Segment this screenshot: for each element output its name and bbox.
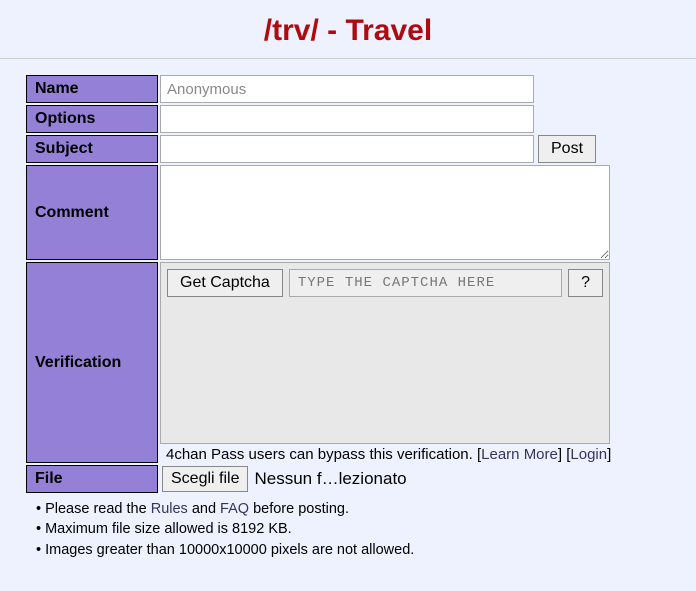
posting-rules: • Please read the Rules and FAQ before p…: [36, 499, 696, 560]
post-button[interactable]: Post: [538, 135, 596, 163]
learn-more-link[interactable]: Learn More: [481, 446, 558, 463]
post-form: Name Options Subject Post Comment Verifi…: [24, 73, 613, 495]
file-status-text: Nessun f…lezionato: [254, 469, 406, 489]
options-label: Options: [26, 105, 158, 133]
subject-input[interactable]: [160, 135, 534, 163]
faq-link[interactable]: FAQ: [220, 501, 249, 517]
page-header: /trv/ - Travel: [0, 0, 696, 59]
verification-label: Verification: [26, 262, 158, 463]
captcha-input[interactable]: [289, 269, 562, 297]
verification-box: Get Captcha ?: [160, 262, 610, 444]
name-label: Name: [26, 75, 158, 103]
rules-link[interactable]: Rules: [151, 501, 188, 517]
verification-note: 4chan Pass users can bypass this verific…: [160, 444, 611, 463]
rule-line-3: • Images greater than 10000x10000 pixels…: [36, 540, 696, 560]
subject-label: Subject: [26, 135, 158, 163]
board-title: /trv/ - Travel: [0, 14, 696, 48]
comment-textarea[interactable]: [160, 165, 610, 260]
comment-label: Comment: [26, 165, 158, 260]
rule-line-2: • Maximum file size allowed is 8192 KB.: [36, 519, 696, 539]
file-label: File: [26, 465, 158, 493]
options-input[interactable]: [160, 105, 534, 133]
get-captcha-button[interactable]: Get Captcha: [167, 269, 283, 297]
captcha-help-button[interactable]: ?: [568, 269, 603, 297]
choose-file-button[interactable]: Scegli file: [162, 466, 248, 492]
name-input[interactable]: [160, 75, 534, 103]
login-link[interactable]: Login: [570, 446, 607, 463]
rule-line-1: • Please read the Rules and FAQ before p…: [36, 499, 696, 519]
captcha-image-area: [167, 299, 603, 437]
